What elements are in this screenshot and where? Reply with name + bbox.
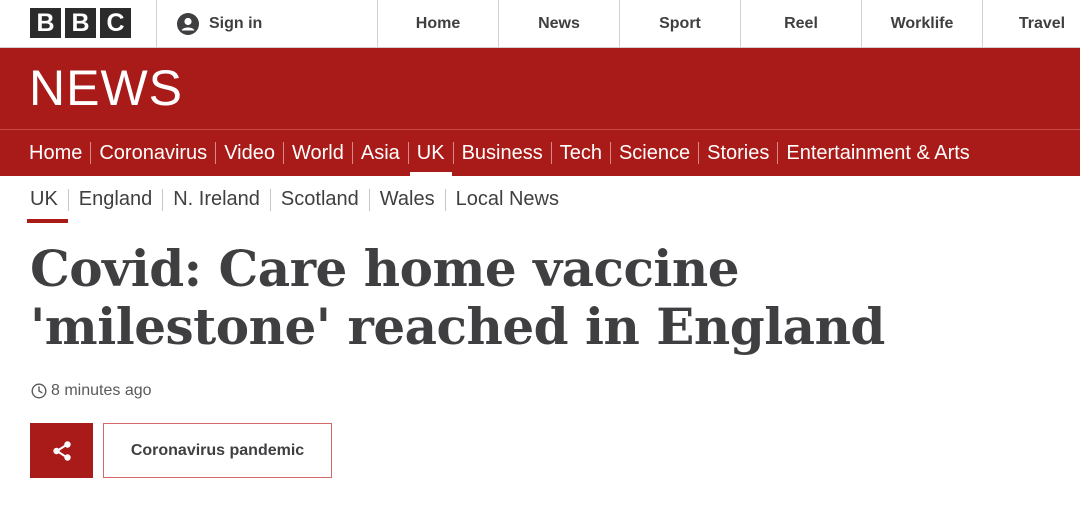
subnav-separator bbox=[67, 188, 69, 211]
subnav-separator bbox=[269, 188, 271, 211]
top-nav-travel[interactable]: Travel bbox=[983, 0, 1080, 47]
news-logo[interactable]: NEWS bbox=[29, 56, 183, 120]
top-bar: B B C Sign in Home News Sport Reel Workl… bbox=[0, 0, 1080, 48]
nav-separator bbox=[282, 142, 284, 164]
topic-tag-coronavirus-pandemic[interactable]: Coronavirus pandemic bbox=[103, 423, 332, 478]
nav-separator bbox=[609, 142, 611, 164]
nav-separator bbox=[215, 142, 217, 164]
bbc-logo-letter: B bbox=[30, 8, 61, 38]
nav-item-coronavirus[interactable]: Coronavirus bbox=[99, 130, 207, 176]
nav-item-stories[interactable]: Stories bbox=[707, 130, 769, 176]
article-headline: Covid: Care home vaccine 'milestone' rea… bbox=[30, 239, 885, 356]
subnav-item-england[interactable]: England bbox=[79, 176, 152, 223]
top-nav-reel[interactable]: Reel bbox=[741, 0, 861, 47]
nav-item-entertainment-arts[interactable]: Entertainment & Arts bbox=[786, 130, 969, 176]
subnav-item-uk[interactable]: UK bbox=[27, 176, 68, 223]
bbc-logo-letter: C bbox=[100, 8, 131, 38]
nav-item-world[interactable]: World bbox=[292, 130, 344, 176]
nav-separator bbox=[452, 142, 454, 164]
article-timestamp: 8 minutes ago bbox=[31, 382, 152, 400]
nav-item-tech[interactable]: Tech bbox=[560, 130, 602, 176]
nav-separator bbox=[407, 142, 409, 164]
subnav-item-wales[interactable]: Wales bbox=[380, 176, 435, 223]
bbc-logo-letter: B bbox=[65, 8, 96, 38]
subnav-separator bbox=[444, 188, 446, 211]
divider bbox=[156, 0, 157, 47]
share-icon bbox=[52, 440, 71, 461]
nav-item-uk[interactable]: UK bbox=[409, 130, 452, 176]
top-nav-home[interactable]: Home bbox=[378, 0, 498, 47]
subnav-item-local-news[interactable]: Local News bbox=[456, 176, 559, 223]
subnav-separator bbox=[162, 188, 164, 211]
nav-separator bbox=[90, 142, 92, 164]
subnav-item-scotland[interactable]: Scotland bbox=[281, 176, 359, 223]
nav-item-business[interactable]: Business bbox=[462, 130, 543, 176]
timestamp-text: 8 minutes ago bbox=[51, 382, 152, 399]
clock-icon bbox=[31, 383, 47, 399]
top-nav-sport[interactable]: Sport bbox=[620, 0, 740, 47]
primary-nav: Home Coronavirus Video World Asia UK Bus… bbox=[0, 129, 1080, 176]
top-nav-worklife[interactable]: Worklife bbox=[862, 0, 982, 47]
bbc-logo[interactable]: B B C bbox=[30, 8, 131, 38]
nav-item-home[interactable]: Home bbox=[29, 130, 82, 176]
nav-separator bbox=[550, 142, 552, 164]
secondary-nav: UK England N. Ireland Scotland Wales Loc… bbox=[27, 176, 559, 223]
sign-in-link[interactable]: Sign in bbox=[177, 0, 262, 47]
user-icon bbox=[177, 12, 199, 35]
nav-separator bbox=[351, 142, 353, 164]
news-banner: NEWS bbox=[0, 48, 1080, 129]
nav-item-science[interactable]: Science bbox=[619, 130, 690, 176]
sign-in-label: Sign in bbox=[209, 14, 263, 32]
share-button[interactable] bbox=[30, 423, 93, 478]
nav-separator bbox=[777, 142, 779, 164]
nav-item-video[interactable]: Video bbox=[224, 130, 275, 176]
subnav-item-n-ireland[interactable]: N. Ireland bbox=[173, 176, 260, 223]
nav-separator bbox=[698, 142, 700, 164]
top-nav-news[interactable]: News bbox=[499, 0, 619, 47]
nav-item-asia[interactable]: Asia bbox=[361, 130, 400, 176]
topic-tag-label: Coronavirus pandemic bbox=[130, 441, 305, 459]
subnav-separator bbox=[368, 188, 370, 211]
